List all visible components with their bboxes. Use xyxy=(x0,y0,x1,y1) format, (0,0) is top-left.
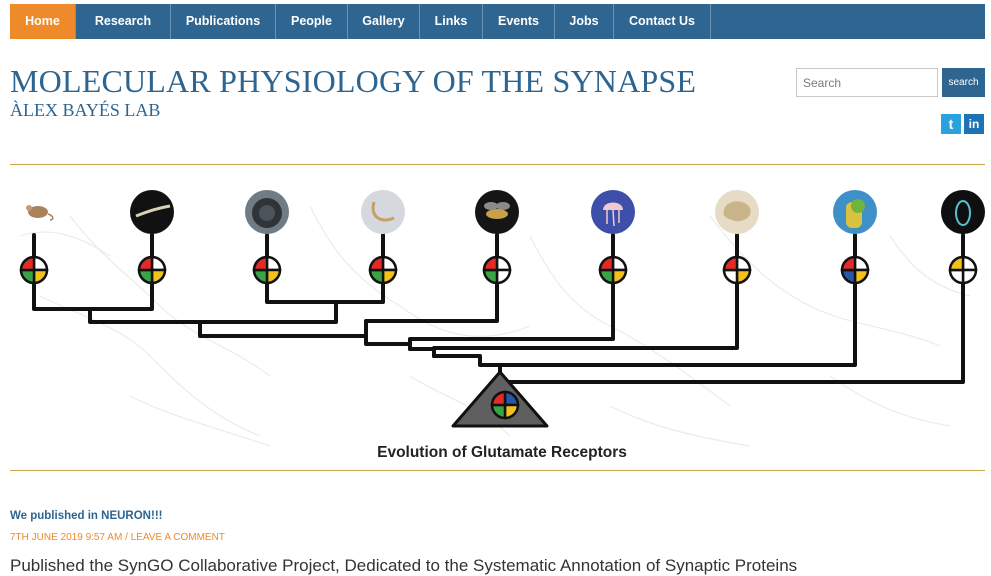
post-excerpt: Published the SynGO Collaborative Projec… xyxy=(10,556,798,575)
main-nav: Home Research Publications People Galler… xyxy=(10,4,985,39)
linkedin-icon[interactable]: in xyxy=(964,114,984,134)
nav-people[interactable]: People xyxy=(276,4,348,39)
divider-bottom xyxy=(10,470,985,471)
search-input[interactable] xyxy=(796,68,938,97)
banner-caption: Evolution of Glutamate Receptors xyxy=(377,444,627,461)
nav-gallery[interactable]: Gallery xyxy=(348,4,420,39)
worm-icon xyxy=(130,190,174,234)
sea-urchin-icon xyxy=(245,190,289,234)
site-subtitle: ÀLEX BAYÉS LAB xyxy=(10,100,161,120)
lancelet-icon xyxy=(361,190,405,234)
jellyfish-icon xyxy=(591,190,635,234)
nav-links[interactable]: Links xyxy=(420,4,483,39)
receptor-circle xyxy=(598,255,628,285)
nav-publications[interactable]: Publications xyxy=(171,4,276,39)
nav-contact-us[interactable]: Contact Us xyxy=(614,4,711,39)
receptor-circle xyxy=(137,255,167,285)
post-meta: 7th June 2019 9:57 am / LEAVE A COMMENT xyxy=(10,532,225,543)
fly-icon xyxy=(475,190,519,234)
receptor-circle xyxy=(722,255,752,285)
receptor-circle xyxy=(252,255,282,285)
receptor-circle xyxy=(19,255,49,285)
receptor-circle xyxy=(948,255,978,285)
nav-research[interactable]: Research xyxy=(76,4,171,39)
twitter-icon[interactable]: t xyxy=(941,114,961,134)
site-title[interactable]: MOLECULAR PHYSIOLOGY OF THE SYNAPSE xyxy=(10,63,696,100)
sponge-icon xyxy=(833,190,877,234)
receptor-circle xyxy=(368,255,398,285)
banner-image: Evolution of Glutamate Receptors xyxy=(10,176,985,466)
comb-jelly-icon xyxy=(941,190,985,234)
divider-top xyxy=(10,164,985,165)
nav-home[interactable]: Home xyxy=(10,4,76,39)
receptor-circle xyxy=(482,255,512,285)
nav-events[interactable]: Events xyxy=(483,4,555,39)
receptor-circle xyxy=(840,255,870,285)
leave-comment-link[interactable]: LEAVE A COMMENT xyxy=(131,532,225,543)
placozoa-icon xyxy=(715,190,759,234)
post-date[interactable]: 7th June 2019 9:57 am xyxy=(10,532,122,543)
post-title[interactable]: We published in NEURON!!! xyxy=(10,510,162,522)
search-button[interactable]: search xyxy=(942,68,985,97)
nav-jobs[interactable]: Jobs xyxy=(555,4,614,39)
post-meta-separator: / xyxy=(125,532,128,543)
